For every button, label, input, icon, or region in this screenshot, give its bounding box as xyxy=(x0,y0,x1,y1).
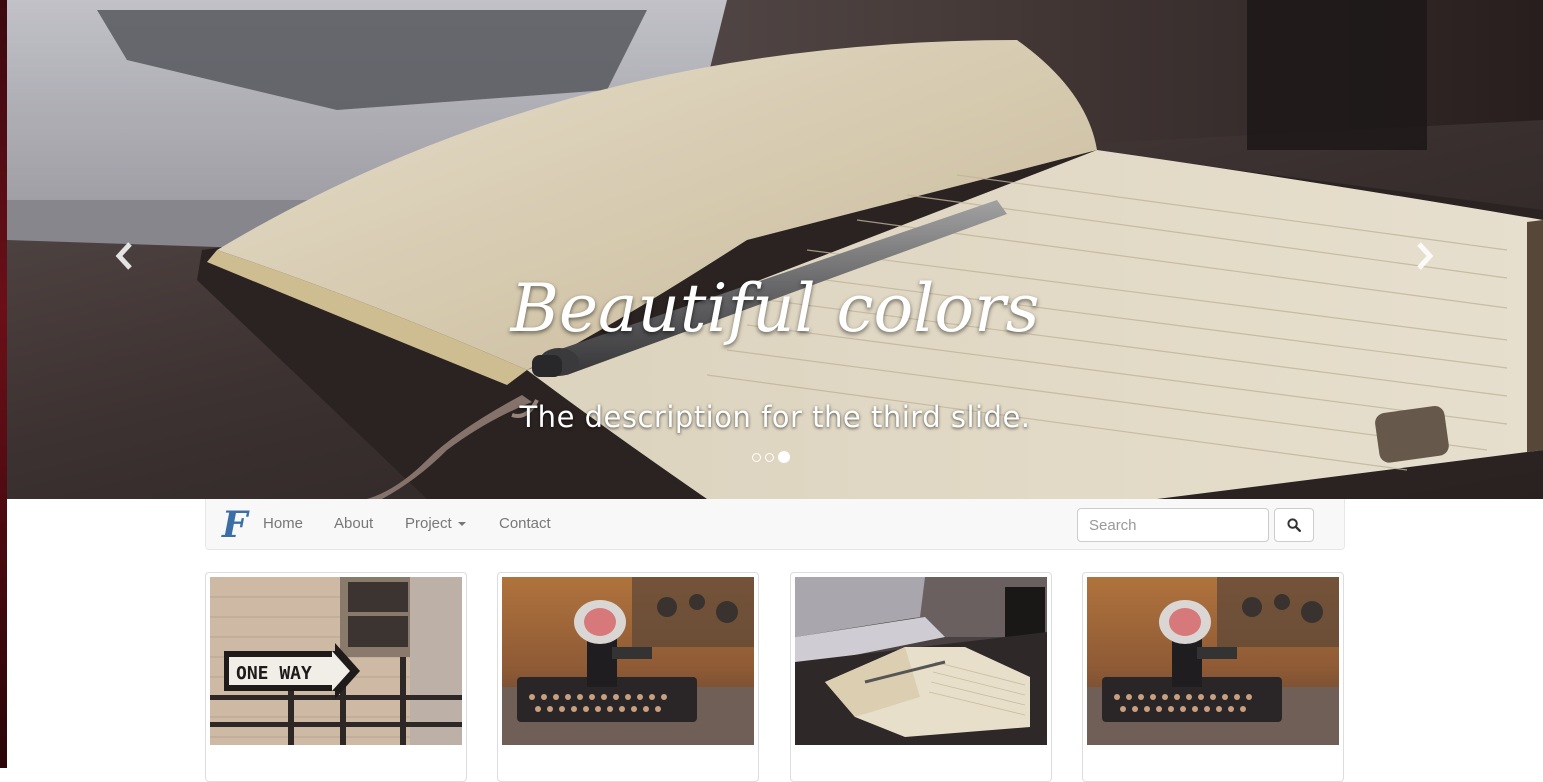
hero-carousel: Beautiful colors The description for the… xyxy=(7,0,1543,499)
carousel-caption-title: Beautiful colors xyxy=(510,270,1040,347)
nav-item-home[interactable]: Home xyxy=(263,515,303,532)
search-input[interactable] xyxy=(1077,508,1269,542)
notebook-laptop-image xyxy=(795,577,1047,745)
carousel-caption-description: The description for the third slide. xyxy=(519,400,1031,434)
nav-item-contact[interactable]: Contact xyxy=(499,515,551,532)
carousel-indicator-3[interactable] xyxy=(778,451,790,463)
caret-down-icon xyxy=(457,522,466,527)
typewriter-image xyxy=(1087,577,1339,745)
thumbnail-card[interactable] xyxy=(790,572,1052,782)
carousel-indicator-2[interactable] xyxy=(765,452,774,462)
brand-logo-icon: F xyxy=(221,504,250,546)
thumbnail-card[interactable] xyxy=(497,572,759,782)
chevron-left-icon xyxy=(115,242,132,270)
nav-item-project-label: Project xyxy=(405,515,452,532)
thumbnail-card[interactable] xyxy=(1082,572,1344,782)
svg-text:ONE WAY: ONE WAY xyxy=(236,663,312,684)
search-button[interactable] xyxy=(1274,508,1314,542)
thumbnail-card[interactable]: ONE WAY xyxy=(205,572,467,782)
carousel-indicators xyxy=(752,451,790,463)
svg-text:F: F xyxy=(221,505,250,543)
search-icon xyxy=(1287,518,1301,532)
one-way-sign-image: ONE WAY xyxy=(210,577,462,745)
navbar: F Home About Project Contact xyxy=(205,499,1345,550)
brand-logo[interactable]: F xyxy=(220,504,252,546)
chevron-right-icon xyxy=(1417,242,1434,270)
nav-item-about[interactable]: About xyxy=(334,515,373,532)
carousel-indicator-1[interactable] xyxy=(752,452,761,462)
nav-item-project[interactable]: Project xyxy=(405,515,466,532)
typewriter-image xyxy=(502,577,754,745)
page-edge xyxy=(0,0,7,768)
